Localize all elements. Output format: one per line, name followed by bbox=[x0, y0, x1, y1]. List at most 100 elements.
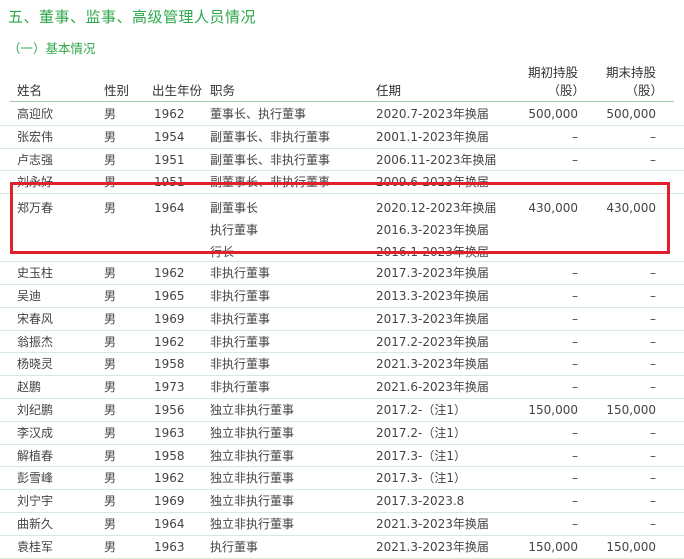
row-birth-year: 1954 bbox=[154, 129, 185, 144]
header-shares-start: 期初持股 bbox=[527, 65, 578, 80]
row-name: 刘宁宇 bbox=[17, 494, 54, 509]
row-position: 非执行董事 bbox=[210, 311, 271, 326]
row-shares-end: – bbox=[650, 357, 656, 372]
row-shares-start: – bbox=[572, 334, 578, 349]
row-name: 高迎欣 bbox=[17, 107, 54, 121]
row-term: 2017.3-2023.8 bbox=[376, 494, 465, 509]
row-position: 独立非执行董事 bbox=[210, 471, 295, 486]
row-shares-end: 150,000 bbox=[606, 539, 656, 554]
row-gender: 男 bbox=[104, 266, 117, 281]
table-header: 姓名 性别 出生年份 职务 任期 期初持股 （股） 期末持股 （股） bbox=[0, 58, 684, 102]
row-term: 2020.7-2023年换届 bbox=[376, 107, 489, 121]
row-name: 袁桂军 bbox=[17, 539, 54, 554]
header-gender: 性别 bbox=[104, 83, 130, 98]
row-shares-end: – bbox=[650, 425, 656, 440]
section-title: 五、董事、监事、高级管理人员情况 bbox=[8, 8, 257, 26]
row-term: 2017.3-2023年换届 bbox=[376, 311, 489, 326]
row-term: 2021.3-2023年换届 bbox=[376, 539, 489, 554]
row-shares-end: 150,000 bbox=[606, 402, 656, 417]
row-birth-year: 1962 bbox=[154, 471, 185, 486]
header-position: 职务 bbox=[210, 83, 236, 98]
row-gender: 男 bbox=[104, 311, 117, 326]
table-row: 史玉柱 男 1962 非执行董事 2017.3-2023年换届 – – bbox=[0, 262, 684, 285]
row-birth-year: 1956 bbox=[154, 402, 185, 417]
row-name: 张宏伟 bbox=[17, 129, 54, 144]
row-birth-year: 1962 bbox=[154, 334, 185, 349]
header-shares-end: 期末持股 bbox=[605, 65, 656, 80]
row-gender: 男 bbox=[104, 471, 117, 486]
row-position: 非执行董事 bbox=[210, 334, 271, 349]
table-row: 卢志强 男 1951 副董事长、非执行董事 2006.11-2023年换届 – – bbox=[0, 149, 684, 172]
table-row: 刘纪鹏 男 1956 独立非执行董事 2017.2-（注1） 150,000 150,000 bbox=[0, 399, 684, 422]
header-rule bbox=[10, 101, 674, 102]
table-row: 高迎欣 男 1962 董事长、执行董事 2020.7-2023年换届 500,000 500… bbox=[0, 103, 684, 126]
table-row: 杨晓灵 男 1958 非执行董事 2021.3-2023年换届 – – bbox=[0, 353, 684, 377]
row-shares-end: – bbox=[650, 471, 656, 486]
row-shares-start: – bbox=[572, 448, 578, 463]
row-birth-year: 1965 bbox=[154, 288, 185, 303]
row-position: 独立非执行董事 bbox=[210, 402, 295, 417]
row-shares-start: – bbox=[572, 494, 578, 509]
row-name: 赵鹏 bbox=[17, 380, 42, 395]
row-shares-end: – bbox=[650, 334, 656, 349]
row-position: 非执行董事 bbox=[210, 380, 271, 395]
row-shares-end: 500,000 bbox=[606, 107, 656, 121]
table-row: 曲新久 男 1964 独立非执行董事 2021.3-2023年换届 – – bbox=[0, 513, 684, 536]
row-birth-year: 1969 bbox=[154, 311, 185, 326]
row-position: 非执行董事 bbox=[210, 288, 271, 303]
row-term: 2021.3-2023年换届 bbox=[376, 516, 489, 531]
row-name: 史玉柱 bbox=[17, 266, 54, 281]
row-birth-year: 1958 bbox=[154, 357, 185, 372]
row-name: 杨晓灵 bbox=[17, 357, 54, 372]
row-name: 李汉成 bbox=[17, 425, 54, 440]
row-birth-year: 1962 bbox=[154, 266, 185, 281]
row-gender: 男 bbox=[104, 448, 117, 463]
row-shares-end: – bbox=[650, 152, 656, 167]
row-term: 2021.3-2023年换届 bbox=[376, 357, 489, 372]
row-shares-start: – bbox=[572, 152, 578, 167]
row-gender: 男 bbox=[104, 516, 117, 531]
row-birth-year: 1969 bbox=[154, 494, 185, 509]
row-term: 2021.6-2023年换届 bbox=[376, 380, 489, 395]
row-shares-start: – bbox=[572, 129, 578, 144]
row-name: 彭雪峰 bbox=[17, 471, 54, 486]
row-birth-year: 1958 bbox=[154, 448, 185, 463]
row-shares-end: – bbox=[650, 448, 656, 463]
row-name: 宋春风 bbox=[17, 311, 54, 326]
row-term: 2001.1-2023年换届 bbox=[376, 129, 489, 144]
row-shares-end: – bbox=[650, 129, 656, 144]
row-position: 董事长、执行董事 bbox=[210, 107, 307, 121]
table-row: 赵鹏 男 1973 非执行董事 2021.6-2023年换届 – – bbox=[0, 376, 684, 399]
row-shares-start: 500,000 bbox=[528, 107, 578, 121]
row-term: 2017.2-2023年换届 bbox=[376, 334, 489, 349]
header-shares-start-unit: （股） bbox=[547, 83, 585, 98]
row-shares-start: – bbox=[572, 471, 578, 486]
personnel-table: 高迎欣男 1962 董事长、执行董事 2020.7-2023年换届 500,000 500… bbox=[0, 103, 684, 559]
row-shares-end: – bbox=[650, 516, 656, 531]
row-gender: 男 bbox=[104, 380, 117, 395]
highlight-box bbox=[10, 182, 670, 254]
row-gender: 男 bbox=[104, 152, 117, 167]
row-position: 独立非执行董事 bbox=[210, 425, 295, 440]
row-position: 执行董事 bbox=[210, 539, 259, 554]
row-term: 2006.11-2023年换届 bbox=[376, 152, 497, 167]
row-shares-start: – bbox=[572, 266, 578, 281]
row-name: 翁振杰 bbox=[17, 334, 54, 349]
row-shares-start: – bbox=[572, 288, 578, 303]
row-term: 2017.3-2023年换届 bbox=[376, 266, 489, 281]
header-shares-end-unit: （股） bbox=[625, 83, 663, 98]
row-birth-year: 1973 bbox=[154, 380, 185, 395]
table-row: 李汉成 男 1963 独立非执行董事 2017.2-（注1） – – bbox=[0, 422, 684, 445]
header-term: 任期 bbox=[376, 83, 402, 98]
table-row: 彭雪峰 男 1962 独立非执行董事 2017.3-（注1） – – bbox=[0, 467, 684, 491]
row-shares-end: – bbox=[650, 311, 656, 326]
row-term: 2017.3-（注1） bbox=[376, 448, 466, 463]
table-row: 吴迪 男 1965 非执行董事 2013.3-2023年换届 – – bbox=[0, 285, 684, 308]
row-position: 独立非执行董事 bbox=[210, 448, 295, 463]
table-row: 张宏伟 男 1954 副董事长、非执行董事 2001.1-2023年换届 – – bbox=[0, 126, 684, 149]
row-shares-end: – bbox=[650, 380, 656, 395]
row-birth-year: 1964 bbox=[154, 516, 185, 531]
row-shares-start: – bbox=[572, 357, 578, 372]
row-shares-start: – bbox=[572, 425, 578, 440]
row-name: 解植春 bbox=[17, 448, 54, 463]
